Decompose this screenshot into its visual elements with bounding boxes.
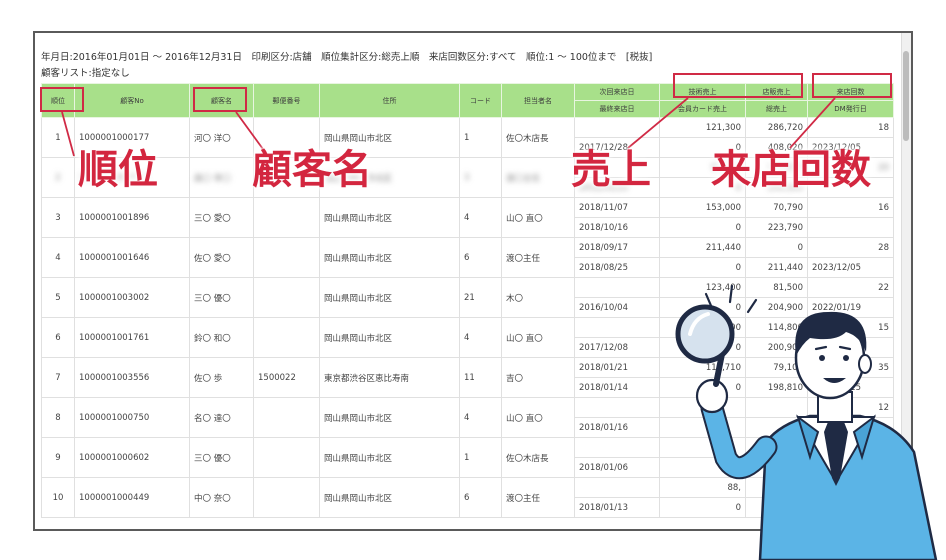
businessman-magnifier-illustration <box>675 284 938 560</box>
label-visits: 来店回数 <box>711 147 871 193</box>
label-rank: 順位 <box>78 147 158 193</box>
label-sales: 売上 <box>571 147 651 193</box>
label-customer-name: 顧客名 <box>252 147 372 193</box>
